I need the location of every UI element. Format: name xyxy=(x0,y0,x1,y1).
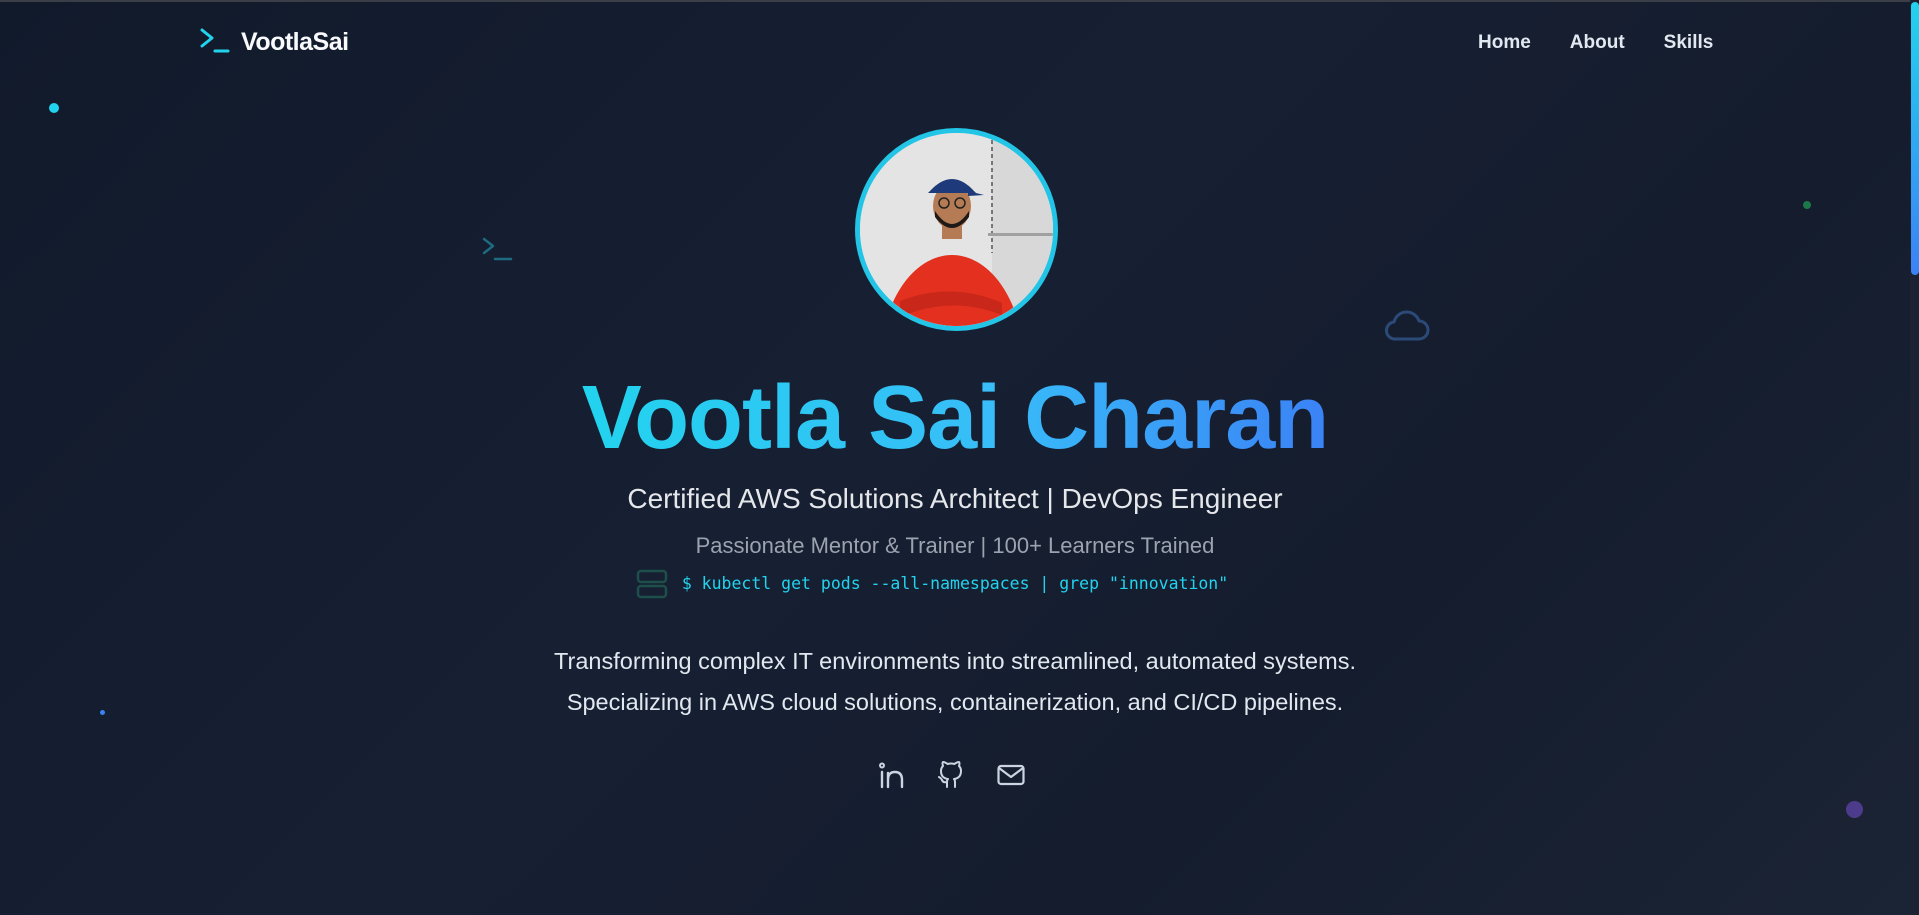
github-link[interactable] xyxy=(935,759,967,791)
nav-link-home[interactable]: Home xyxy=(1478,32,1531,54)
avatar xyxy=(855,128,1058,331)
email-link[interactable] xyxy=(995,759,1027,791)
brand-logo[interactable]: VootlaSai xyxy=(199,26,349,58)
page: VootlaSai Home About Skills Vootla Sai C… xyxy=(0,0,1919,915)
hero-title: Certified AWS Solutions Architect | DevO… xyxy=(627,483,1283,514)
hero-subtitle: Passionate Mentor & Trainer | 100+ Learn… xyxy=(695,533,1215,558)
scrollbar-thumb[interactable] xyxy=(1911,2,1919,275)
hero-description: Transforming complex IT environments int… xyxy=(0,641,1910,723)
brand-name: VootlaSai xyxy=(241,27,349,56)
decor-dot-purple xyxy=(1846,801,1863,818)
mail-icon xyxy=(997,764,1025,786)
terminal-command: $ kubectl get pods --all-namespaces | gr… xyxy=(681,574,1229,593)
profile-photo xyxy=(860,133,1053,326)
decor-terminal-icon xyxy=(482,237,513,261)
top-navigation: VootlaSai Home About Skills xyxy=(0,0,1910,88)
hero-description-line-1: Transforming complex IT environments int… xyxy=(554,648,1356,674)
nav-link-skills[interactable]: Skills xyxy=(1664,32,1714,54)
terminal-icon xyxy=(200,28,230,53)
social-links xyxy=(875,759,1027,791)
hero-name: Vootla Sai Charan xyxy=(0,368,1910,468)
decor-dot-cyan xyxy=(49,103,59,113)
github-icon xyxy=(938,761,962,788)
hero-description-line-2: Specializing in AWS cloud solutions, con… xyxy=(566,689,1344,715)
decor-dot-green xyxy=(1803,201,1811,209)
nav-links: Home About Skills xyxy=(1478,32,1713,54)
decor-cloud-icon xyxy=(1385,310,1430,341)
hero-name-text: Vootla Sai Charan xyxy=(581,368,1330,468)
nav-link-about[interactable]: About xyxy=(1570,32,1625,54)
linkedin-icon xyxy=(879,762,904,789)
linkedin-link[interactable] xyxy=(875,759,907,791)
